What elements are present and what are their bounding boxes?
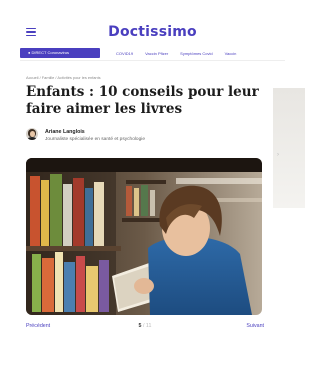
author-name[interactable]: Ariane Langlois (45, 129, 85, 135)
article-title: Enfants : 10 conseils pour leur faire ai… (26, 84, 259, 117)
breadcrumb[interactable]: Accueil / Famille / Activités pour les e… (26, 75, 101, 80)
nav-link-covid19[interactable]: COVID19 (116, 51, 133, 56)
nav-link-symptomes-covid[interactable]: Symptômes Covid (180, 51, 212, 56)
site-logo[interactable]: Doctissimo (0, 24, 305, 40)
nav-divider (20, 60, 285, 61)
side-panel-edge: › (273, 88, 305, 208)
nav-link-vaccin-pfizer[interactable]: Vaccin Pfizer (145, 51, 168, 56)
author-avatar[interactable] (26, 128, 38, 140)
chevron-right-icon[interactable]: › (277, 152, 279, 158)
article-hero-image (26, 158, 262, 315)
nav-strip: ● DIRECT Coronavirus COVID19 Vaccin Pfiz… (20, 48, 285, 58)
top-bar: Doctissimo (0, 0, 305, 44)
total-slides: / 11 (142, 323, 152, 329)
current-slide: 5 (138, 323, 142, 329)
author-role: Journaliste spécialisée en santé et psyc… (45, 137, 145, 142)
slide-pager: Précédent 5 / 11 Suivant (26, 323, 264, 333)
slide-counter: 5 / 11 (26, 323, 264, 329)
next-button[interactable]: Suivant (246, 323, 264, 329)
live-coronavirus-link[interactable]: ● DIRECT Coronavirus (20, 48, 100, 58)
nav-link-vaccin[interactable]: Vaccin (225, 51, 237, 56)
